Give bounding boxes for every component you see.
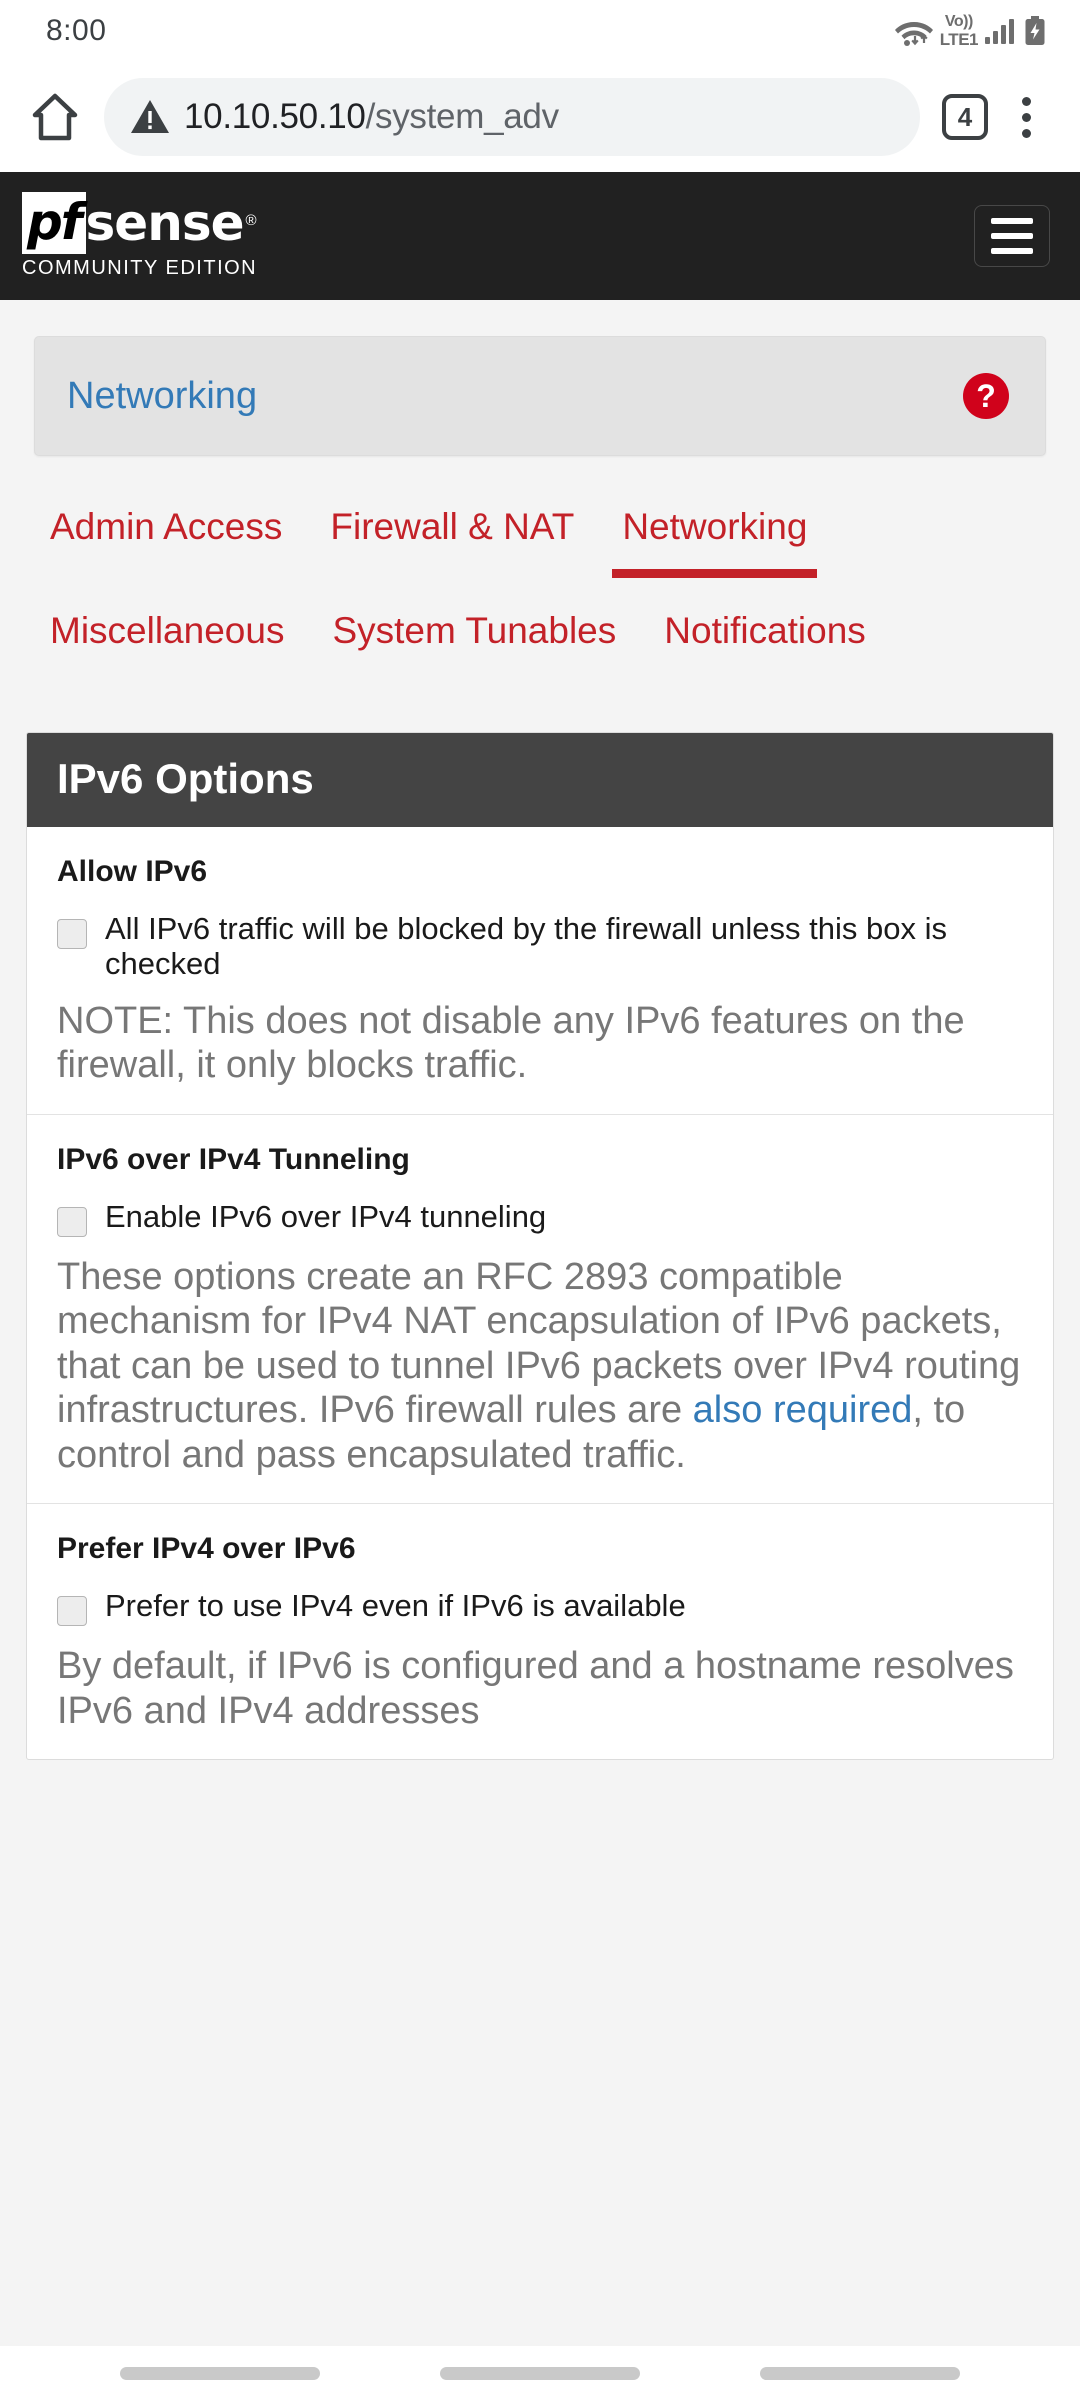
volte-label-bottom: LTE1 [939,30,979,49]
checkbox-label-allow-ipv6: All IPv6 traffic will be blocked by the … [105,911,947,982]
tab-admin-access[interactable]: Admin Access [26,490,306,564]
overflow-menu-icon[interactable] [998,86,1054,148]
tab-system-tunables[interactable]: System Tunables [308,594,640,668]
logo-sense-text: sense [85,194,245,252]
volte-indicator: Vo)) LTE1 [939,13,979,49]
logo-edition-text: COMMUNITY EDITION [22,257,258,279]
nav-pill-right[interactable] [760,2366,960,2380]
checkbox-allow-ipv6[interactable] [57,919,87,949]
breadcrumb: Networking ? [34,336,1046,456]
wifi-icon [894,14,934,48]
nav-pill-center[interactable] [440,2366,640,2380]
logo-pf-mark: pf [22,192,86,254]
section-allow-ipv6: Allow IPv6 All IPv6 traffic will be bloc… [27,827,1053,1115]
home-icon[interactable] [20,82,90,152]
section-ipv6-tunneling: IPv6 over IPv4 Tunneling Enable IPv6 ove… [27,1115,1053,1505]
label-prefer-ipv4: Prefer IPv4 over IPv6 [57,1532,356,1566]
status-clock: 8:00 [46,14,107,47]
pfsense-logo[interactable]: pf sense ® COMMUNITY EDITION [22,192,257,280]
tab-miscellaneous[interactable]: Miscellaneous [26,594,308,668]
hamburger-icon[interactable] [974,205,1050,267]
help-text-ipv6-tunneling: These options create an RFC 2893 compati… [57,1255,1023,1477]
checkbox-row-prefer-ipv4[interactable]: Prefer to use IPv4 even if IPv6 is avail… [57,1588,1023,1627]
help-link-also-required[interactable]: also required [693,1389,913,1431]
tab-notifications[interactable]: Notifications [640,594,890,668]
tab-bar-row-2: Miscellaneous System Tunables Notificati… [0,594,1080,668]
battery-charging-icon [1024,16,1046,46]
tab-firewall-nat[interactable]: Firewall & NAT [306,490,598,564]
url-path: /system_adv [365,97,559,136]
section-prefer-ipv4: Prefer IPv4 over IPv6 Prefer to use IPv4… [27,1504,1053,1759]
tab-counter-button[interactable]: 4 [942,94,988,140]
signal-bars-icon [985,18,1014,44]
breadcrumb-link-networking[interactable]: Networking [67,375,257,418]
help-text-prefer-ipv4: By default, if IPv6 is configured and a … [57,1645,1014,1732]
url-bar[interactable]: 10.10.50.10/system_adv [104,78,920,156]
checkbox-row-allow-ipv6[interactable]: All IPv6 traffic will be blocked by the … [57,911,1023,981]
android-nav-bar [0,2346,1080,2400]
tab-networking[interactable]: Networking [598,490,831,578]
label-ipv6-tunneling: IPv6 over IPv4 Tunneling [57,1142,410,1176]
help-text-allow-ipv6: NOTE: This does not disable any IPv6 fea… [57,1000,965,1087]
logo-registered-mark: ® [245,212,257,229]
nav-pill-left[interactable] [120,2366,320,2380]
ipv6-options-panel: IPv6 Options Allow IPv6 All IPv6 traffic… [26,732,1054,1761]
url-host: 10.10.50.10 [184,97,366,136]
pfsense-header: pf sense ® COMMUNITY EDITION [0,172,1080,300]
label-allow-ipv6: Allow IPv6 [57,855,208,888]
panel-title: IPv6 Options [27,733,1053,827]
android-status-bar: 8:00 Vo)) LTE1 [0,0,1080,62]
tab-bar-row-1: Admin Access Firewall & NAT Networking [0,490,1080,578]
browser-toolbar: 10.10.50.10/system_adv 4 [0,62,1080,172]
checkbox-ipv6-tunneling[interactable] [57,1206,87,1237]
help-icon[interactable]: ? [963,373,1009,419]
status-icon-group: Vo)) LTE1 [894,14,1046,48]
checkbox-row-ipv6-tunneling[interactable]: Enable IPv6 over IPv4 tunneling [57,1199,1023,1237]
pfsense-logo-row: pf sense ® [22,192,257,254]
url-text: 10.10.50.10/system_adv [184,97,559,137]
volte-label-top: Vo)) [944,13,973,30]
warning-triangle-icon [130,98,170,136]
checkbox-prefer-ipv4[interactable] [57,1596,87,1627]
checkbox-label-prefer-ipv4: Prefer to use IPv4 even if IPv6 is avail… [105,1588,686,1624]
checkbox-label-ipv6-tunneling: Enable IPv6 over IPv4 tunneling [105,1198,547,1234]
page-content: Networking ? Admin Access Firewall & NAT… [0,300,1080,2400]
